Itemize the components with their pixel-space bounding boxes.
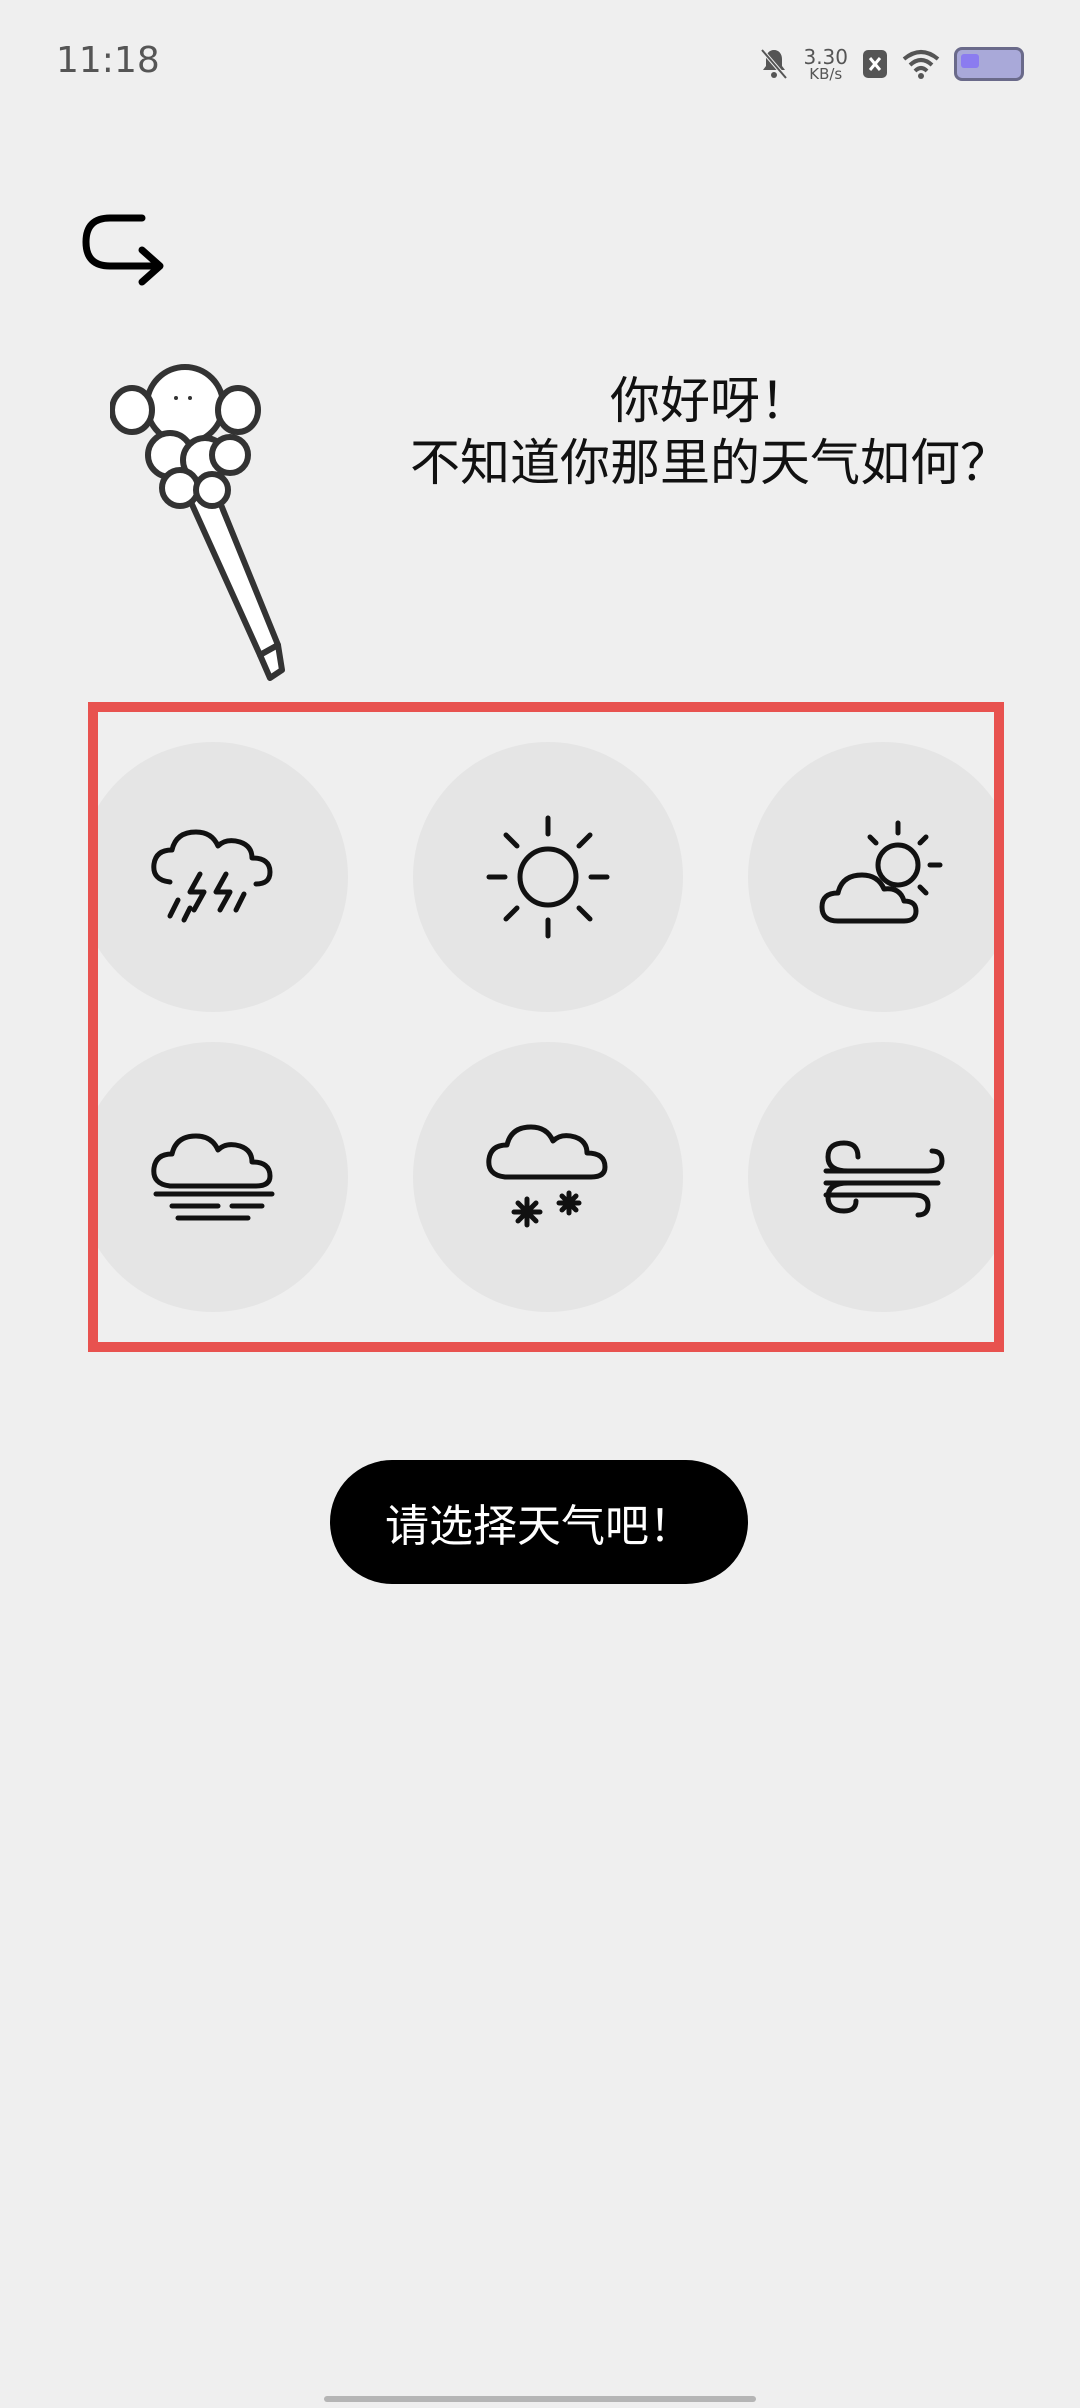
status-bar: 11:18 3.30 KB/s <box>0 0 1080 120</box>
weather-option-fog[interactable] <box>98 1042 348 1312</box>
weather-option-sunny[interactable] <box>413 742 683 1012</box>
greeting-line-1: 你好呀！ <box>610 372 810 430</box>
greeting-line-2: 不知道你那里的天气如何？ <box>410 434 1010 492</box>
network-speed-unit: KB/s <box>809 64 843 83</box>
network-speed: 3.30 KB/s <box>803 47 848 82</box>
battery-icon <box>954 47 1024 81</box>
snow-icon <box>486 1124 608 1228</box>
weather-option-thunderstorm[interactable] <box>98 742 348 1012</box>
back-button[interactable] <box>80 210 170 300</box>
home-indicator[interactable] <box>324 2396 756 2402</box>
weather-option-partly-cloudy[interactable] <box>748 742 994 1012</box>
bell-off-icon <box>759 47 789 81</box>
weather-option-snow[interactable] <box>413 1042 683 1312</box>
dog-pen-mascot <box>109 360 310 700</box>
weather-option-windy[interactable] <box>748 1042 994 1312</box>
network-speed-value: 3.30 <box>803 44 848 69</box>
fog-icon <box>151 1133 275 1221</box>
partly-cloudy-icon <box>819 820 943 924</box>
wind-icon <box>823 1140 945 1218</box>
wifi-icon <box>902 49 940 79</box>
thunderstorm-icon <box>151 829 273 923</box>
sun-icon <box>486 815 610 939</box>
greeting-text: 你好呀！ 不知道你那里的天气如何？ <box>380 370 1040 494</box>
select-weather-button[interactable]: 请选择天气吧！ <box>330 1460 748 1584</box>
close-notification-icon <box>862 49 888 79</box>
status-icons: 3.30 KB/s <box>759 42 1024 86</box>
return-arrow-icon <box>82 214 164 286</box>
weather-selection-grid <box>88 702 1004 1352</box>
status-time: 11:18 <box>56 40 160 81</box>
